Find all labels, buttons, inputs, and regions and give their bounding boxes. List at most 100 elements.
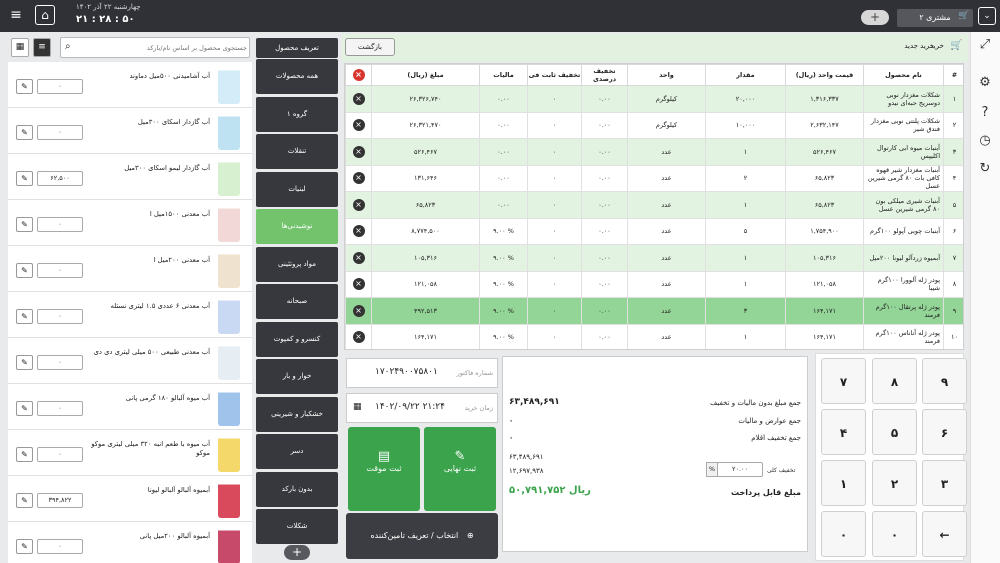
product-item[interactable]: آب آشامیدنی ۵۰۰میل دماوند ۰ ✎ xyxy=(8,62,252,108)
category-item[interactable]: تنقلات xyxy=(256,134,338,169)
invoice-number-field[interactable]: شماره فاکتور ۱۷۰۲۴۹۰۰۷۵۸۰۱ xyxy=(346,358,498,388)
product-price[interactable]: ۰ xyxy=(37,539,83,554)
edit-product-button[interactable]: ✎ xyxy=(16,401,33,416)
category-item[interactable]: صبحانه xyxy=(256,284,338,319)
table-row[interactable]: ۶ آبنبات چوبی آپولو ۱۰۰گرم ۱,۷۵۴,۹۰۰ ۵ عدد ۰.… xyxy=(345,217,963,245)
new-buy-label[interactable]: خرید جدید xyxy=(880,42,934,50)
delete-row-button[interactable]: × xyxy=(352,145,365,158)
table-row[interactable]: ۵ آبنبات شیری میلکی بون ۸۰ گرمی شیرین عسل… xyxy=(345,191,963,219)
product-price[interactable]: ۰ xyxy=(37,401,83,416)
numpad-key[interactable]: ۳ xyxy=(922,460,967,506)
category-item[interactable]: همه محصولات xyxy=(256,59,338,94)
clear-all-button[interactable]: × xyxy=(352,69,365,81)
category-item[interactable]: دسر xyxy=(256,434,338,469)
edit-product-button[interactable]: ✎ xyxy=(16,309,33,324)
product-price[interactable]: ۰ xyxy=(37,263,83,278)
purchase-time-field[interactable]: ▦ زمان خرید ۱۴۰۲/۰۹/۲۲ ۲۱:۲۴ xyxy=(346,393,498,423)
numpad-key[interactable]: ۹ xyxy=(922,358,967,404)
edit-product-button[interactable]: ✎ xyxy=(16,171,33,186)
product-price[interactable]: ۰ xyxy=(37,79,83,94)
table-row[interactable]: ۷ آبمیوه زردآلو لیونا ۲۰۰میل ۱۰۵,۳۱۶ ۱ عدد ۰.… xyxy=(345,244,963,272)
product-item[interactable]: آبمیوه آلبالو ۲۰۰میل پانی ۰ ✎ xyxy=(8,522,252,563)
table-row[interactable]: ۴ آبنبات مغزدار شیر قهوه کافی بات ۸۰ گرمی… xyxy=(345,164,963,192)
numpad-key[interactable]: ۴ xyxy=(821,409,866,455)
table-row[interactable]: ۲ شکلات پلنتی نوبی مغزدار فندق شیر ۲,۶۳۲,۱… xyxy=(345,111,963,139)
edit-product-button[interactable]: ✎ xyxy=(16,447,33,462)
gear-icon[interactable]: ⚙ xyxy=(974,72,996,94)
category-item[interactable]: بدون بارکد xyxy=(256,471,338,507)
product-price[interactable]: ۰ xyxy=(37,125,83,140)
edit-product-button[interactable]: ✎ xyxy=(16,217,33,232)
fullscreen-icon[interactable]: ⤢ xyxy=(974,34,996,56)
delete-row-button[interactable]: × xyxy=(352,92,365,105)
product-price[interactable]: ۰ xyxy=(37,217,83,232)
category-item[interactable]: شکلات xyxy=(256,509,338,544)
menu-icon[interactable]: ≡ xyxy=(8,7,24,23)
edit-product-button[interactable]: ✎ xyxy=(16,263,33,278)
product-item[interactable]: آب میوه آلبالو ۱۸۰ گرمی پانی ۰ ✎ xyxy=(8,384,252,430)
category-item[interactable]: مواد پروتئینی xyxy=(256,246,338,282)
product-item[interactable]: آب معدنی ۱۵۰۰میل ا ۰ ✎ xyxy=(8,200,252,246)
grid-view-button[interactable]: ▦ xyxy=(11,38,29,57)
numpad-key[interactable]: ۶ xyxy=(922,409,967,455)
category-item[interactable]: گروه ۱ xyxy=(256,96,338,132)
collapse-button[interactable]: ⌄ xyxy=(978,7,996,25)
product-item[interactable]: آب معدنی طبیعی ۵۰۰ میلی لیتری دی دی ۰ ✎ xyxy=(8,338,252,384)
temp-submit-button[interactable]: ▤ ثبت موقت xyxy=(348,427,420,511)
table-row[interactable]: ۱ شکلات مغزدار نوبی دوسریج حبه‌ای نیدو ۱,۳… xyxy=(345,85,963,113)
numpad-key[interactable]: ۷ xyxy=(821,358,866,404)
delete-row-button[interactable]: × xyxy=(352,304,365,317)
refresh-icon[interactable]: ↻ xyxy=(974,158,996,180)
add-category-button[interactable]: + xyxy=(284,545,310,560)
percent-toggle[interactable]: % xyxy=(706,462,718,477)
define-product-button[interactable]: تعریف محصول xyxy=(256,38,338,58)
category-item[interactable]: خشکبار و شیرینی xyxy=(256,396,338,432)
delete-row-button[interactable]: × xyxy=(352,251,365,264)
table-row[interactable]: ۱۰ پودر ژله آناناس ۱۰۰گرم فرمند ۱۶۴,۱۷۱ ۱ عد… xyxy=(345,323,963,349)
numpad-key[interactable]: ۲ xyxy=(872,460,917,506)
numpad-key[interactable]: ۱ xyxy=(821,460,866,506)
delete-row-button[interactable]: × xyxy=(352,225,365,238)
delete-row-button[interactable]: × xyxy=(352,198,365,211)
edit-product-button[interactable]: ✎ xyxy=(16,355,33,370)
final-submit-button[interactable]: ✎ ثبت نهایی xyxy=(424,427,496,511)
numpad-key[interactable]: ۰ xyxy=(872,511,917,557)
table-row[interactable]: ۳ آبنبات میوه ابی کارتوال اکلیپس ۵۲۶,۴۶۷ ۱ ع… xyxy=(345,138,963,166)
add-customer-button[interactable]: + xyxy=(861,10,889,25)
home-button[interactable]: ⌂ xyxy=(35,5,55,25)
edit-product-button[interactable]: ✎ xyxy=(16,79,33,94)
back-button[interactable]: بازگشت xyxy=(345,38,395,56)
product-item[interactable]: آبمیوه آلبالو آلبالو لیونا ۳۹۴,۸۲۲ ✎ xyxy=(8,476,252,522)
category-item[interactable]: لبنیات xyxy=(256,171,338,207)
edit-product-button[interactable]: ✎ xyxy=(16,125,33,140)
edit-product-button[interactable]: ✎ xyxy=(16,493,33,508)
product-item[interactable]: آب معدنی ۶ عددی ۱.۵ لیتری نستله ۰ ✎ xyxy=(8,292,252,338)
table-row[interactable]: ۸ پودر ژله آلوورا ۱۰۰گرم شیبا ۱۲۱,۰۵۸ ۱ عدد ۰… xyxy=(345,270,963,298)
edit-product-button[interactable]: ✎ xyxy=(16,539,33,554)
product-price[interactable]: ۰ xyxy=(37,309,83,324)
delete-row-button[interactable]: × xyxy=(352,119,365,132)
overall-discount-input[interactable]: ۲۰.۰۰ xyxy=(717,462,763,477)
product-price[interactable]: ۰ xyxy=(37,447,83,462)
product-item[interactable]: آب گازدار لیمو اسکای ۳۰۰میل ۶۲,۵۰۰ ✎ xyxy=(8,154,252,200)
category-item[interactable]: خوار و بار xyxy=(256,359,338,394)
product-item[interactable]: آب میوه با طعم انبه ۳۲۰ میلی لیتری موکو … xyxy=(8,430,252,476)
delete-row-button[interactable]: × xyxy=(352,278,365,291)
product-price[interactable]: ۶۲,۵۰۰ xyxy=(37,171,83,186)
clock-icon[interactable]: ◷ xyxy=(974,130,996,152)
delete-row-button[interactable]: × xyxy=(352,331,365,344)
numpad-key[interactable]: ۸ xyxy=(872,358,917,404)
product-item[interactable]: آب معدنی ۲۰۰میل ا ۰ ✎ xyxy=(8,246,252,292)
help-icon[interactable]: ? xyxy=(974,102,996,124)
search-input[interactable] xyxy=(79,40,247,55)
delete-row-button[interactable]: × xyxy=(352,172,365,185)
list-view-button[interactable]: ≡ xyxy=(33,38,51,57)
numpad-key[interactable]: ← xyxy=(922,511,967,557)
product-price[interactable]: ۳۹۴,۸۲۲ xyxy=(37,493,83,508)
category-item[interactable]: نوشیدنی‌ها xyxy=(256,209,338,244)
product-item[interactable]: آب گازدار اسکای ۳۰۰میل ۰ ✎ xyxy=(8,108,252,154)
product-price[interactable]: ۰ xyxy=(37,355,83,370)
category-item[interactable]: کنسرو و کمپوت xyxy=(256,321,338,357)
numpad-key[interactable]: ۵ xyxy=(872,409,917,455)
numpad-key[interactable]: ۰ xyxy=(821,511,866,557)
